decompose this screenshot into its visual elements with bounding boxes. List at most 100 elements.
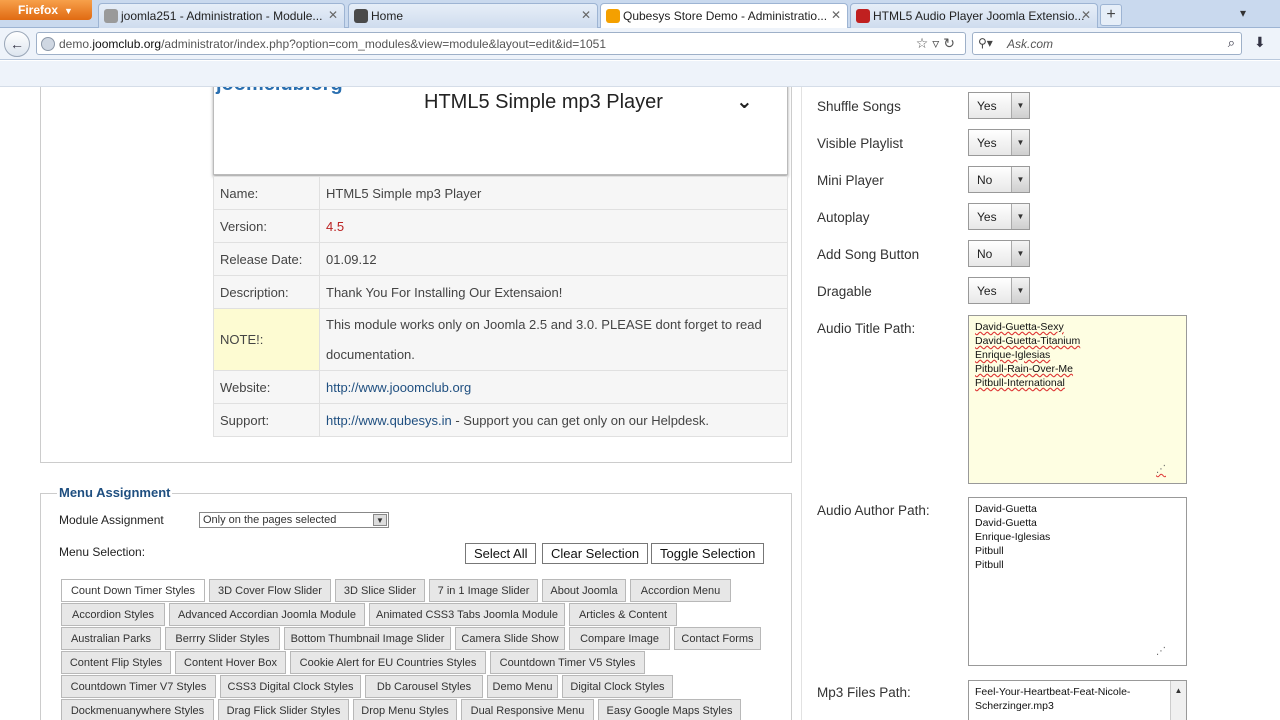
joomla-favicon-icon [606,9,620,23]
details-fieldset: joomclub.org HTML5 Simple mp3 Player ⌄ N… [40,87,792,463]
module-header-panel: joomclub.org HTML5 Simple mp3 Player ⌄ [213,87,788,175]
menu-assignment-fieldset: Menu Assignment Module Assignment Only o… [40,485,792,720]
shuffle-songs-label: Shuffle Songs [817,99,901,114]
add-song-button-select[interactable]: No ▼ [968,240,1030,267]
module-assignment-label: Module Assignment [59,513,164,527]
tab-qubesys-store[interactable]: Qubesys Store Demo - Administratio... ✕ [600,3,848,29]
module-title: HTML5 Simple mp3 Player [424,91,663,113]
firefox-menu-button[interactable]: Firefox ▼ [0,0,92,20]
module-name: HTML5 Simple mp3 Player [319,176,788,210]
dragable-select[interactable]: Yes ▼ [968,277,1030,304]
autoplay-label: Autoplay [817,210,870,225]
menu-chip[interactable]: Dockmenuanywhere Styles [61,699,214,720]
menu-chip[interactable]: Db Carousel Styles [365,675,483,698]
close-icon[interactable]: ✕ [831,8,841,22]
browser-tab-bar: Firefox ▼ joomla251 - Administration - Mo… [0,0,1280,29]
close-icon[interactable]: ✕ [581,8,591,22]
menu-chip[interactable]: Articles & Content [569,603,677,626]
bookmark-star-icon[interactable]: ☆▿↻ [916,35,959,52]
autoplay-select[interactable]: Yes ▼ [968,203,1030,230]
search-input[interactable]: ⚲▾ Ask.com ⌕ [972,32,1242,55]
menu-chip[interactable]: Animated CSS3 Tabs Joomla Module [369,603,565,626]
add-song-button-label: Add Song Button [817,247,920,262]
mini-player-select[interactable]: No ▼ [968,166,1030,193]
menu-chip[interactable]: About Joomla [542,579,626,602]
mp3-files-path-textarea[interactable]: Feel-Your-Heartbeat-Feat-Nicole- Scherzi… [968,680,1187,720]
chevron-down-icon[interactable]: ▼ [1011,130,1029,155]
chevron-down-icon[interactable]: ▼ [1011,93,1029,118]
select-all-button[interactable]: Select All [465,543,537,564]
menu-chip[interactable]: Countdown Timer V7 Styles [61,675,216,698]
module-description: Thank You For Installing Our Extensaion! [319,275,788,309]
chevron-down-icon[interactable]: ▼ [1011,278,1029,303]
menu-chip[interactable]: Accordion Menu [630,579,731,602]
menu-chip[interactable]: Dual Responsive Menu [461,699,594,720]
module-assignment-select[interactable]: Only on the pages selected ▼ [199,512,389,528]
joomla-favicon-icon [104,9,118,23]
audio-title-path-textarea[interactable]: David-Guetta-Sexy David-Guetta-Titanium … [968,315,1187,484]
scrollbar[interactable]: ▲ [1170,681,1186,720]
shuffle-songs-select[interactable]: Yes ▼ [968,92,1030,119]
menu-chip[interactable]: Berrry Slider Styles [165,627,280,650]
menu-chip[interactable]: Count Down Timer Styles [61,579,205,602]
chevron-down-icon[interactable]: ▼ [373,514,387,526]
support-link[interactable]: http://www.qubesys.in [326,413,452,428]
tab-joomla251[interactable]: joomla251 - Administration - Module... ✕ [98,3,345,28]
menu-chip[interactable]: Demo Menu [487,675,558,698]
menu-chip[interactable]: 7 in 1 Image Slider [429,579,538,602]
tab-home[interactable]: Home ✕ [348,3,598,28]
visible-playlist-select[interactable]: Yes ▼ [968,129,1030,156]
menu-assignment-legend: Menu Assignment [57,485,173,500]
home-favicon-icon [354,9,368,23]
clear-selection-button[interactable]: Clear Selection [542,543,649,564]
module-version: 4.5 [319,209,788,243]
new-tab-button[interactable]: + [1100,4,1122,26]
chevron-down-icon[interactable]: ⌄ [736,89,753,114]
search-icon[interactable]: ⌕ [1228,35,1235,51]
menu-chip[interactable]: Camera Slide Show [455,627,565,650]
menu-chip[interactable]: Contact Forms [674,627,761,650]
menu-chip[interactable]: Countdown Timer V5 Styles [490,651,645,674]
toggle-selection-button[interactable]: Toggle Selection [651,543,765,564]
module-logo: joomclub.org [216,87,343,96]
audio-author-path-label: Audio Author Path: [817,503,930,518]
tab-list-icon[interactable]: ▾ [1240,6,1246,20]
resize-handle-icon[interactable]: ⋰ [1156,463,1166,477]
module-options-column: Shuffle Songs Yes ▼ Visible Playlist Yes ▼… [803,87,1280,720]
menu-chip[interactable]: Accordion Styles [61,603,165,626]
tab-html5-audio-player[interactable]: HTML5 Audio Player Joomla Extensio... ✕ [850,3,1098,28]
website-link[interactable]: http://www.jooomclub.org [326,380,471,395]
menu-chip[interactable]: Bottom Thumbnail Image Slider [284,627,451,650]
audio-author-path-textarea[interactable]: David-Guetta David-Guetta Enrique-Iglesi… [968,497,1187,666]
menu-chip[interactable]: Advanced Accordian Joomla Module [169,603,365,626]
menu-chip[interactable]: Drag Flick Slider Styles [218,699,349,720]
url-bar[interactable]: demo.joomclub.org/administrator/index.ph… [36,32,966,55]
close-icon[interactable]: ✕ [1081,8,1091,22]
download-icon[interactable]: ⬇ [1254,34,1266,51]
joomla-favicon-icon [856,9,870,23]
menu-chip[interactable]: Cookie Alert for EU Countries Styles [290,651,486,674]
module-release-date: 01.09.12 [319,242,788,276]
menu-chip[interactable]: Australian Parks [61,627,161,650]
menu-chip[interactable]: Content Hover Box [175,651,286,674]
dragable-label: Dragable [817,284,872,299]
chevron-down-icon[interactable]: ▼ [1011,204,1029,229]
menu-chip[interactable]: Drop Menu Styles [353,699,457,720]
menu-selection-label: Menu Selection: [59,545,146,559]
chevron-down-icon[interactable]: ▼ [1011,241,1029,266]
menu-chip[interactable]: Content Flip Styles [61,651,171,674]
menu-chip[interactable]: Digital Clock Styles [562,675,673,698]
menu-chip[interactable]: 3D Cover Flow Slider [209,579,331,602]
search-engine-icon[interactable]: ⚲▾ [978,36,993,50]
audio-title-path-label: Audio Title Path: [817,321,916,336]
globe-icon [41,37,55,51]
menu-chip[interactable]: Compare Image [569,627,670,650]
resize-handle-icon[interactable]: ⋰ [1156,645,1166,659]
menu-chip[interactable]: 3D Slice Slider [335,579,425,602]
close-icon[interactable]: ✕ [328,8,338,22]
chevron-down-icon[interactable]: ▼ [1011,167,1029,192]
visible-playlist-label: Visible Playlist [817,136,904,151]
menu-chip[interactable]: CSS3 Digital Clock Styles [220,675,361,698]
menu-chip[interactable]: Easy Google Maps Styles [598,699,741,720]
back-button[interactable]: ← [4,31,30,57]
